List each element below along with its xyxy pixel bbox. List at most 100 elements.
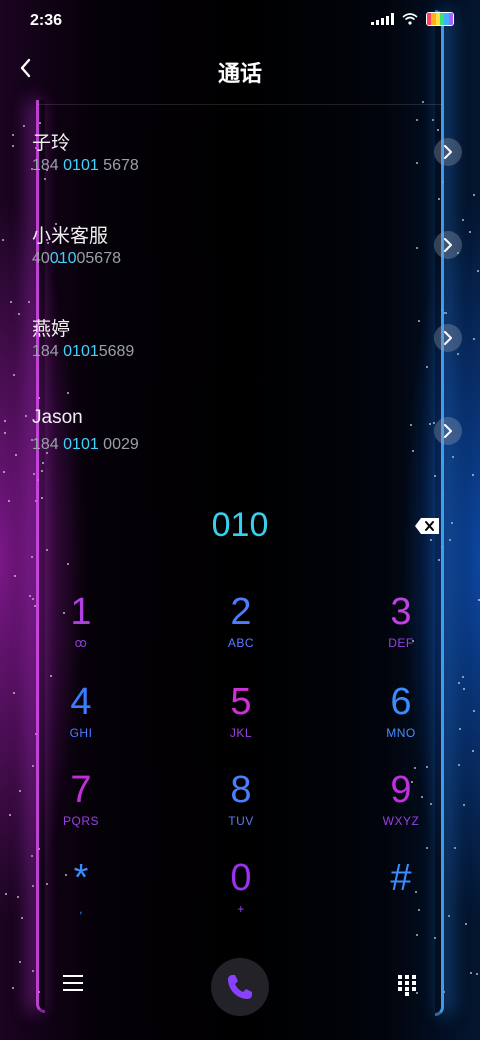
key-digit: 1 bbox=[70, 591, 92, 633]
wifi-icon bbox=[402, 13, 418, 25]
key-0[interactable]: 0 + bbox=[181, 856, 301, 936]
number-suffix: 5678 bbox=[98, 157, 139, 174]
star bbox=[18, 960, 21, 963]
star bbox=[462, 804, 465, 807]
star bbox=[463, 687, 466, 690]
number-prefix: 40 bbox=[32, 250, 50, 267]
number-match: 0101 bbox=[63, 436, 99, 453]
key-digit: 7 bbox=[70, 769, 92, 811]
star bbox=[12, 691, 15, 694]
star bbox=[16, 895, 19, 898]
key-digit: 2 bbox=[230, 591, 252, 633]
number-match: 0101 bbox=[63, 343, 99, 360]
star bbox=[458, 763, 460, 766]
number-suffix: 0029 bbox=[98, 436, 139, 453]
number-prefix: 184 bbox=[32, 436, 64, 453]
key-letters: DEF bbox=[388, 636, 414, 650]
key-digit: 9 bbox=[390, 769, 412, 811]
number-match: 010 bbox=[49, 250, 77, 267]
contact-row[interactable]: Jason 184 0101 0029 bbox=[0, 399, 480, 492]
key-letters: TUV bbox=[228, 814, 254, 828]
status-bar: 2:36 bbox=[0, 0, 480, 40]
key-digit: # bbox=[390, 857, 412, 899]
contact-detail-button[interactable] bbox=[434, 231, 462, 259]
key-digit: 3 bbox=[390, 591, 412, 633]
signal-icon bbox=[371, 13, 394, 25]
star bbox=[470, 971, 473, 974]
contact-row[interactable]: 子玲 184 0101 5678 bbox=[0, 120, 480, 213]
number-prefix: 184 bbox=[32, 157, 64, 174]
contact-detail-button[interactable] bbox=[434, 324, 462, 352]
star bbox=[471, 749, 474, 752]
contact-row[interactable]: 燕婷 184 01015689 bbox=[0, 306, 480, 399]
contact-row[interactable]: 小米客服 4001005678 bbox=[0, 213, 480, 306]
key-digit: 6 bbox=[390, 681, 412, 723]
key-digit: 4 bbox=[70, 681, 92, 723]
star bbox=[475, 972, 478, 975]
header-divider bbox=[38, 104, 442, 105]
contact-number: 184 0101 5678 bbox=[32, 157, 139, 175]
key-2[interactable]: 2 ABC bbox=[181, 590, 301, 670]
contact-detail-button[interactable] bbox=[434, 417, 462, 445]
star bbox=[31, 555, 34, 558]
chevron-right-icon bbox=[444, 424, 452, 438]
contact-number: 184 0101 0029 bbox=[32, 436, 139, 454]
key-hash[interactable]: # bbox=[341, 856, 461, 936]
key-letters: MNO bbox=[386, 726, 416, 740]
contact-detail-button[interactable] bbox=[434, 138, 462, 166]
status-icons bbox=[371, 12, 454, 26]
key-letters: + bbox=[237, 902, 245, 916]
key-letters: ABC bbox=[227, 636, 255, 650]
number-suffix: 05678 bbox=[76, 250, 122, 267]
key-6[interactable]: 6 MNO bbox=[341, 680, 461, 760]
key-1[interactable]: 1ꝏ bbox=[21, 590, 141, 670]
key-9[interactable]: 9 WXYZ bbox=[341, 768, 461, 848]
chevron-right-icon bbox=[444, 331, 452, 345]
key-digit: 8 bbox=[230, 769, 252, 811]
menu-button[interactable] bbox=[63, 975, 83, 993]
call-button[interactable] bbox=[211, 958, 269, 1016]
number-prefix: 184 bbox=[32, 343, 64, 360]
number-match: 0101 bbox=[63, 157, 99, 174]
key-8[interactable]: 8 TUV bbox=[181, 768, 301, 848]
key-star[interactable]: *, bbox=[21, 856, 141, 936]
battery-icon bbox=[426, 12, 454, 26]
backspace-button[interactable] bbox=[414, 517, 440, 535]
star bbox=[14, 574, 16, 577]
keypad-icon bbox=[398, 975, 416, 996]
dialed-number: 010 bbox=[211, 506, 269, 544]
backspace-icon bbox=[415, 518, 439, 534]
key-letters: ꝏ bbox=[74, 636, 88, 650]
star bbox=[8, 813, 11, 816]
key-letters: , bbox=[79, 902, 83, 916]
key-digit: * bbox=[73, 857, 89, 899]
key-7[interactable]: 7 PQRS bbox=[21, 768, 141, 848]
contact-number: 4001005678 bbox=[32, 250, 121, 268]
chevron-right-icon bbox=[444, 145, 452, 159]
key-3[interactable]: 3 DEF bbox=[341, 590, 461, 670]
menu-icon bbox=[63, 975, 83, 991]
contact-name: 小米客服 bbox=[32, 226, 109, 247]
chevron-right-icon bbox=[444, 238, 452, 252]
contact-name: Jason bbox=[32, 407, 83, 428]
key-digit: 5 bbox=[230, 681, 252, 723]
key-4[interactable]: 4 GHI bbox=[21, 680, 141, 760]
star bbox=[11, 987, 14, 990]
phone-icon bbox=[228, 975, 252, 999]
number-suffix: 5689 bbox=[98, 343, 135, 360]
keypad-toggle-button[interactable] bbox=[397, 974, 417, 996]
star bbox=[31, 764, 34, 767]
header: 通话 bbox=[0, 50, 480, 100]
key-letters: WXYZ bbox=[382, 814, 420, 828]
contact-number: 184 01015689 bbox=[32, 343, 134, 361]
contact-name: 子玲 bbox=[32, 133, 71, 154]
key-letters: GHI bbox=[69, 726, 93, 740]
key-digit: 0 bbox=[230, 857, 252, 899]
contact-name: 燕婷 bbox=[32, 319, 71, 340]
status-time: 2:36 bbox=[30, 12, 63, 29]
key-letters: JKL bbox=[229, 726, 253, 740]
key-letters: PQRS bbox=[62, 814, 99, 828]
key-5[interactable]: 5 JKL bbox=[181, 680, 301, 760]
page-title: 通话 bbox=[217, 61, 262, 86]
contact-list: 子玲 184 0101 5678 小米客服 4001005678 燕婷 184 01015… bbox=[0, 120, 480, 492]
